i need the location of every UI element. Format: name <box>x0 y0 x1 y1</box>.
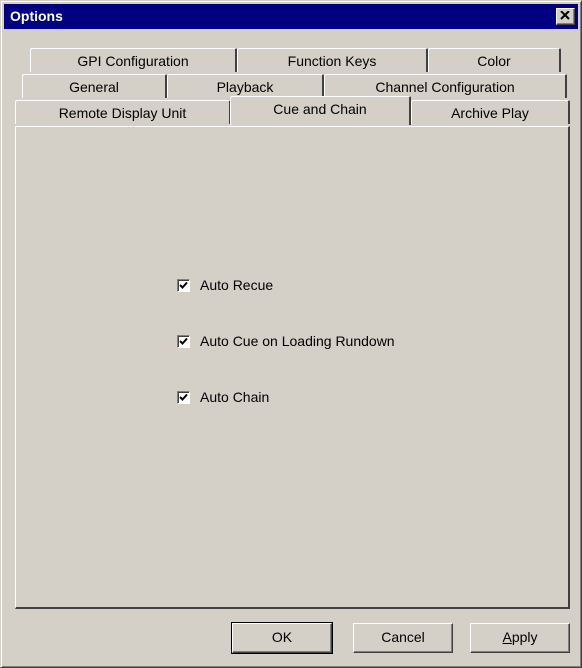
auto-chain-checkbox-row[interactable]: Auto Chain <box>177 388 269 406</box>
checkmark-icon <box>179 281 188 289</box>
checkmark-icon <box>179 393 188 401</box>
tab-archive-play[interactable]: Archive Play <box>411 100 570 124</box>
options-dialog: Options GPI Configuration Function Keys … <box>0 0 582 668</box>
auto-recue-checkbox-row[interactable]: Auto Recue <box>177 276 273 294</box>
cancel-button[interactable]: Cancel <box>353 623 453 653</box>
auto-chain-checkbox[interactable] <box>177 390 190 404</box>
checkmark-icon <box>179 337 188 345</box>
tab-playback[interactable]: Playback <box>167 74 324 98</box>
close-icon <box>560 11 570 20</box>
tab-channel-configuration[interactable]: Channel Configuration <box>324 74 567 98</box>
apply-button[interactable]: Apply <box>470 623 570 653</box>
auto-cue-on-loading-rundown-label: Auto Cue on Loading Rundown <box>200 333 395 349</box>
ok-button[interactable]: OK <box>231 622 333 654</box>
tab-remote-display-unit[interactable]: Remote Display Unit <box>15 100 231 124</box>
title-bar[interactable]: Options <box>4 4 578 29</box>
window-title: Options <box>10 8 63 24</box>
tab-gpi-configuration[interactable]: GPI Configuration <box>30 48 237 72</box>
tab-color[interactable]: Color <box>428 48 561 72</box>
auto-chain-label: Auto Chain <box>200 389 270 405</box>
tab-function-keys[interactable]: Function Keys <box>237 48 428 72</box>
tab-panel-cue-and-chain <box>15 126 570 609</box>
auto-recue-checkbox[interactable] <box>177 278 190 292</box>
auto-cue-on-loading-rundown-checkbox[interactable] <box>177 334 190 348</box>
auto-cue-on-loading-rundown-checkbox-row[interactable]: Auto Cue on Loading Rundown <box>177 332 395 350</box>
tab-cue-and-chain[interactable]: Cue and Chain <box>230 96 411 125</box>
tab-general[interactable]: General <box>22 74 167 98</box>
close-button[interactable] <box>556 8 575 25</box>
auto-recue-label: Auto Recue <box>200 277 274 293</box>
